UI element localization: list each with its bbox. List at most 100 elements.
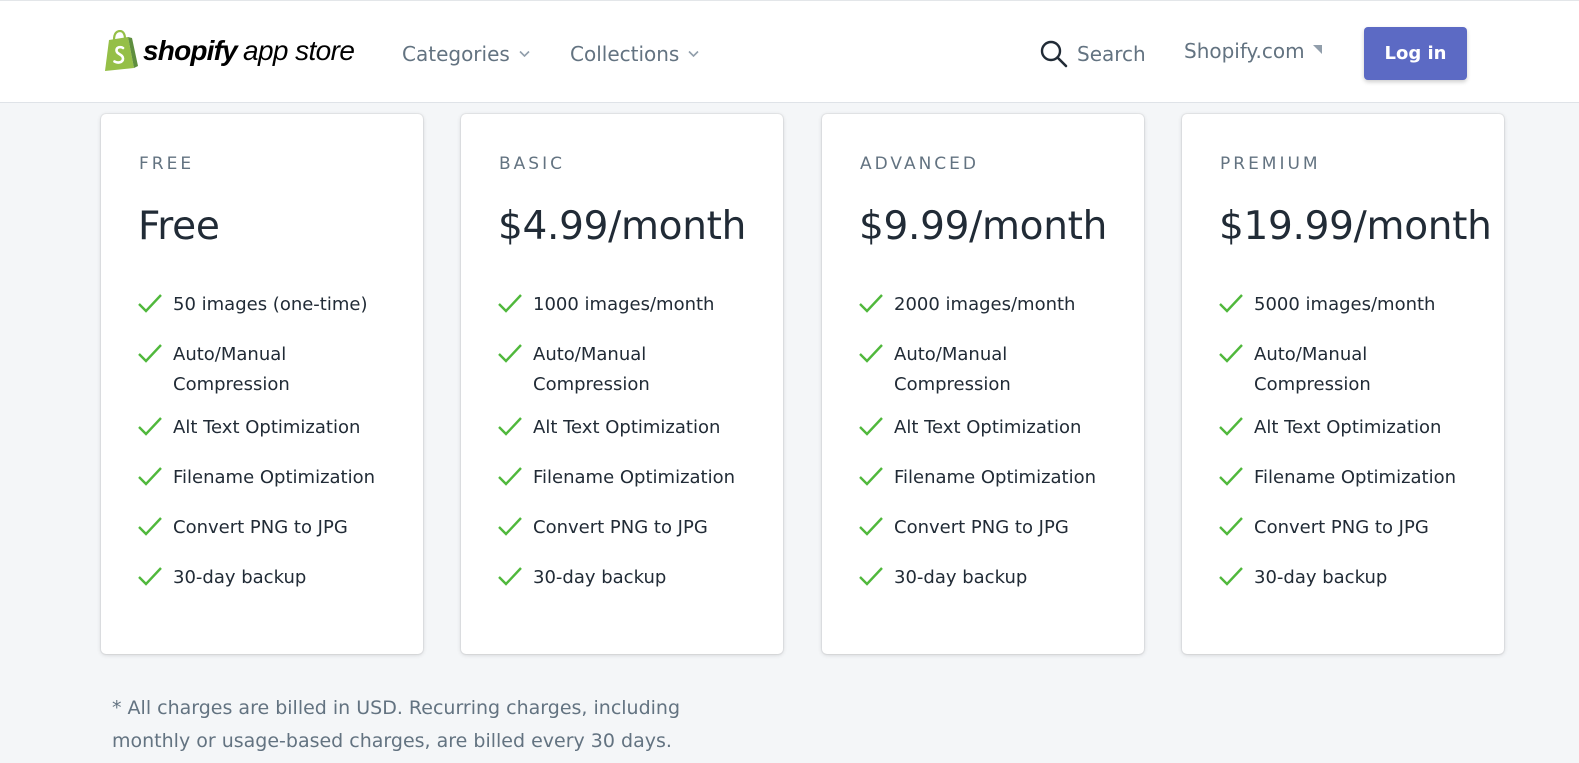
feature-item: Alt Text Optimization <box>137 413 399 443</box>
feature-item: Auto/Manual Compression <box>137 340 399 400</box>
checkmark-icon <box>498 517 522 536</box>
checkmark-icon <box>1219 417 1243 436</box>
checkmark-icon <box>498 417 522 436</box>
feature-item: Auto/Manual Compression <box>1218 340 1480 400</box>
feature-item: 30-day backup <box>1218 563 1480 593</box>
feature-text: Convert PNG to JPG <box>173 517 348 538</box>
pricing-card-premium: PREMIUM $19.99/month 5000 images/month A… <box>1182 114 1504 654</box>
feature-item: Convert PNG to JPG <box>137 513 399 543</box>
pricing-card-basic: BASIC $4.99/month 1000 images/month Auto… <box>461 114 783 654</box>
feature-item: Convert PNG to JPG <box>497 513 759 543</box>
logo-subtitle: app store <box>242 35 355 66</box>
feature-item: 5000 images/month <box>1218 290 1480 320</box>
feature-text: 1000 images/month <box>533 294 715 315</box>
plan-price: $19.99/month <box>1219 204 1492 249</box>
nav-collections-label: Collections <box>570 42 680 66</box>
feature-text: 2000 images/month <box>894 294 1076 315</box>
plan-price: $9.99/month <box>859 204 1108 249</box>
feature-text: 30-day backup <box>1254 567 1388 588</box>
feature-text: 50 images (one-time) <box>173 294 368 315</box>
app-store-logo[interactable]: shopify app store <box>102 29 355 73</box>
checkmark-icon <box>138 344 162 363</box>
search-icon <box>1040 40 1068 68</box>
feature-text: Auto/Manual Compression <box>173 344 290 395</box>
feature-text: 30-day backup <box>894 567 1028 588</box>
plan-name: PREMIUM <box>1220 154 1321 174</box>
checkmark-icon <box>138 467 162 486</box>
login-button[interactable]: Log in <box>1364 27 1467 80</box>
feature-text: Filename Optimization <box>173 467 376 488</box>
plan-name: FREE <box>139 154 195 174</box>
feature-text: Alt Text Optimization <box>1254 417 1442 438</box>
checkmark-icon <box>1219 567 1243 586</box>
feature-text: Alt Text Optimization <box>533 417 721 438</box>
feature-text: Auto/Manual Compression <box>894 344 1011 395</box>
feature-item: Convert PNG to JPG <box>1218 513 1480 543</box>
feature-text: Alt Text Optimization <box>894 417 1082 438</box>
logo-wordmark: shopify <box>143 35 238 66</box>
shopify-bag-icon <box>105 30 138 71</box>
feature-text: Auto/Manual Compression <box>533 344 650 395</box>
checkmark-icon <box>859 417 883 436</box>
feature-list: 2000 images/month Auto/Manual Compressio… <box>858 290 1120 613</box>
checkmark-icon <box>498 344 522 363</box>
billing-footnote: * All charges are billed in USD. Recurri… <box>112 697 681 752</box>
checkmark-icon <box>138 517 162 536</box>
feature-item: Auto/Manual Compression <box>858 340 1120 400</box>
nav-categories[interactable]: Categories <box>402 39 530 69</box>
top-navigation-bar: shopify app store Categories Collections… <box>0 0 1579 103</box>
feature-text: 30-day backup <box>173 567 307 588</box>
feature-text: Convert PNG to JPG <box>894 517 1069 538</box>
corner-arrow-icon <box>1312 45 1322 54</box>
feature-text: 5000 images/month <box>1254 294 1436 315</box>
checkmark-icon <box>138 567 162 586</box>
feature-list: 1000 images/month Auto/Manual Compressio… <box>497 290 759 613</box>
feature-item: Alt Text Optimization <box>497 413 759 443</box>
feature-text: Convert PNG to JPG <box>533 517 708 538</box>
feature-text: Filename Optimization <box>1254 467 1457 488</box>
pricing-card-advanced: ADVANCED $9.99/month 2000 images/month A… <box>822 114 1144 654</box>
feature-item: 50 images (one-time) <box>137 290 399 320</box>
feature-text: Alt Text Optimization <box>173 417 361 438</box>
checkmark-icon <box>859 517 883 536</box>
checkmark-icon <box>498 294 522 313</box>
checkmark-icon <box>498 567 522 586</box>
nav-collections[interactable]: Collections <box>570 39 699 69</box>
checkmark-icon <box>859 567 883 586</box>
feature-text: Convert PNG to JPG <box>1254 517 1429 538</box>
feature-item: Filename Optimization <box>137 463 399 493</box>
checkmark-icon <box>1219 294 1243 313</box>
feature-item: 30-day backup <box>137 563 399 593</box>
plan-price: Free <box>138 204 220 249</box>
chevron-down-icon <box>519 50 530 58</box>
shopify-com-link[interactable]: Shopify.com <box>1184 39 1322 69</box>
checkmark-icon <box>859 467 883 486</box>
chevron-down-icon <box>688 50 699 58</box>
feature-item: 2000 images/month <box>858 290 1120 320</box>
plan-price: $4.99/month <box>498 204 747 249</box>
plan-name: ADVANCED <box>860 154 980 174</box>
checkmark-icon <box>859 344 883 363</box>
feature-item: 1000 images/month <box>497 290 759 320</box>
feature-list: 50 images (one-time) Auto/Manual Compres… <box>137 290 399 613</box>
feature-item: 30-day backup <box>858 563 1120 593</box>
checkmark-icon <box>138 417 162 436</box>
feature-text: 30-day backup <box>533 567 667 588</box>
checkmark-icon <box>498 467 522 486</box>
checkmark-icon <box>1219 344 1243 363</box>
feature-item: Convert PNG to JPG <box>858 513 1120 543</box>
shopify-com-label: Shopify.com <box>1184 39 1305 63</box>
search-button[interactable]: Search <box>1039 38 1146 70</box>
checkmark-icon <box>859 294 883 313</box>
checkmark-icon <box>1219 517 1243 536</box>
nav-categories-label: Categories <box>402 42 510 66</box>
feature-text: Auto/Manual Compression <box>1254 344 1371 395</box>
feature-text: Filename Optimization <box>894 467 1097 488</box>
feature-item: 30-day backup <box>497 563 759 593</box>
search-label: Search <box>1077 42 1146 66</box>
feature-item: Alt Text Optimization <box>858 413 1120 443</box>
pricing-card-free: FREE Free 50 images (one-time) Auto/Manu… <box>101 114 423 654</box>
checkmark-icon <box>1219 467 1243 486</box>
feature-list: 5000 images/month Auto/Manual Compressio… <box>1218 290 1480 613</box>
feature-text: Filename Optimization <box>533 467 736 488</box>
